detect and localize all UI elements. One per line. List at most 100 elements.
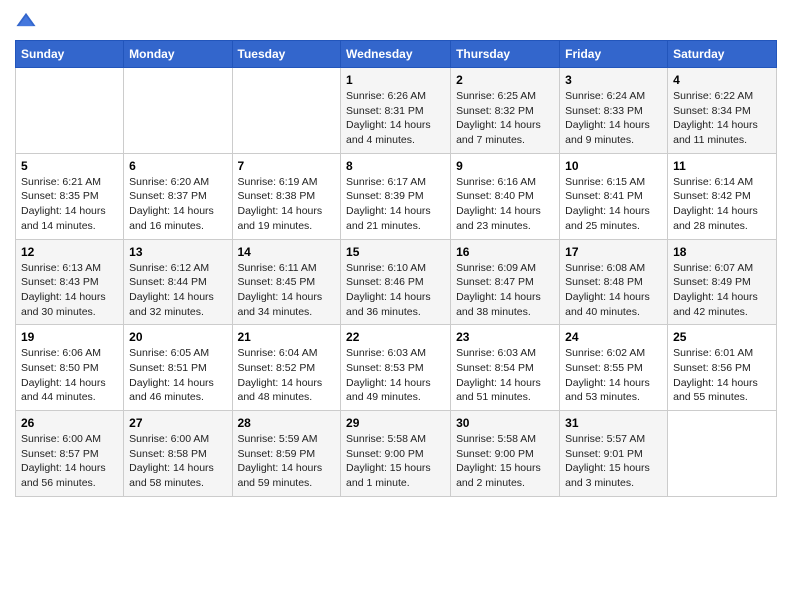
day-number: 26 [21, 416, 118, 430]
calendar-cell: 22Sunrise: 6:03 AM Sunset: 8:53 PM Dayli… [341, 325, 451, 411]
calendar-week-row: 12 Sunrise: 6:13 AM Sunset: 8:43 PM Dayli… [16, 239, 777, 325]
day-info: Sunrise: 6:09 AM Sunset: 8:47 PM Dayligh… [456, 261, 554, 320]
calendar-cell: 27 Sunrise: 6:00 AM Sunset: 8:58 PM Dayli… [124, 411, 232, 497]
calendar-cell [232, 68, 341, 154]
logo-icon [15, 10, 37, 32]
calendar-cell: 5 Sunrise: 6:21 AM Sunset: 8:35 PM Daylig… [16, 153, 124, 239]
calendar-cell: 13 Sunrise: 6:12 AM Sunset: 8:44 PM Dayli… [124, 239, 232, 325]
page-header [15, 10, 777, 32]
day-info: Sunrise: 6:22 AM Sunset: 8:34 PM Dayligh… [673, 89, 771, 148]
calendar-cell [124, 68, 232, 154]
calendar-cell: 15 Sunrise: 6:10 AM Sunset: 8:46 PM Dayli… [341, 239, 451, 325]
day-info: Sunrise: 5:57 AM Sunset: 9:01 PM Dayligh… [565, 432, 662, 491]
calendar-cell: 11 Sunrise: 6:14 AM Sunset: 8:42 PM Dayli… [668, 153, 777, 239]
calendar-cell: 18 Sunrise: 6:07 AM Sunset: 8:49 PM Dayli… [668, 239, 777, 325]
calendar-cell: 26 Sunrise: 6:00 AM Sunset: 8:57 PM Dayli… [16, 411, 124, 497]
calendar-week-row: 19 Sunrise: 6:06 AM Sunset: 8:50 PM Dayli… [16, 325, 777, 411]
calendar-cell: 12 Sunrise: 6:13 AM Sunset: 8:43 PM Dayli… [16, 239, 124, 325]
day-number: 11 [673, 159, 771, 173]
calendar-cell: 20 Sunrise: 6:05 AM Sunset: 8:51 PM Dayli… [124, 325, 232, 411]
day-number: 30 [456, 416, 554, 430]
day-number: 28 [238, 416, 336, 430]
day-of-week-header: Tuesday [232, 41, 341, 68]
day-number: 23 [456, 330, 554, 344]
calendar-week-row: 1 Sunrise: 6:26 AM Sunset: 8:31 PM Daylig… [16, 68, 777, 154]
day-info: Sunrise: 6:17 AM Sunset: 8:39 PM Dayligh… [346, 175, 445, 234]
day-number: 19 [21, 330, 118, 344]
logo [15, 10, 39, 32]
calendar-cell: 29 Sunrise: 5:58 AM Sunset: 9:00 PM Dayli… [341, 411, 451, 497]
calendar-cell: 23 Sunrise: 6:03 AM Sunset: 8:54 PM Dayli… [451, 325, 560, 411]
day-info: Sunrise: 6:26 AM Sunset: 8:31 PM Dayligh… [346, 89, 445, 148]
day-info: Sunrise: 6:00 AM Sunset: 8:58 PM Dayligh… [129, 432, 226, 491]
day-number: 7 [238, 159, 336, 173]
day-info: Sunrise: 6:24 AM Sunset: 8:33 PM Dayligh… [565, 89, 662, 148]
calendar-cell [16, 68, 124, 154]
day-info: Sunrise: 6:20 AM Sunset: 8:37 PM Dayligh… [129, 175, 226, 234]
calendar-cell: 8Sunrise: 6:17 AM Sunset: 8:39 PM Daylig… [341, 153, 451, 239]
calendar-week-row: 26 Sunrise: 6:00 AM Sunset: 8:57 PM Dayli… [16, 411, 777, 497]
day-number: 4 [673, 73, 771, 87]
day-info: Sunrise: 5:59 AM Sunset: 8:59 PM Dayligh… [238, 432, 336, 491]
day-number: 25 [673, 330, 771, 344]
day-info: Sunrise: 6:16 AM Sunset: 8:40 PM Dayligh… [456, 175, 554, 234]
day-info: Sunrise: 6:10 AM Sunset: 8:46 PM Dayligh… [346, 261, 445, 320]
day-number: 15 [346, 245, 445, 259]
calendar-table: SundayMondayTuesdayWednesdayThursdayFrid… [15, 40, 777, 497]
day-number: 10 [565, 159, 662, 173]
calendar-cell: 19 Sunrise: 6:06 AM Sunset: 8:50 PM Dayli… [16, 325, 124, 411]
day-info: Sunrise: 6:07 AM Sunset: 8:49 PM Dayligh… [673, 261, 771, 320]
day-number: 14 [238, 245, 336, 259]
day-number: 21 [238, 330, 336, 344]
calendar-cell: 31 Sunrise: 5:57 AM Sunset: 9:01 PM Dayli… [560, 411, 668, 497]
day-info: Sunrise: 6:25 AM Sunset: 8:32 PM Dayligh… [456, 89, 554, 148]
day-info: Sunrise: 6:14 AM Sunset: 8:42 PM Dayligh… [673, 175, 771, 234]
calendar-cell: 9 Sunrise: 6:16 AM Sunset: 8:40 PM Daylig… [451, 153, 560, 239]
day-header-row: SundayMondayTuesdayWednesdayThursdayFrid… [16, 41, 777, 68]
calendar-cell: 7Sunrise: 6:19 AM Sunset: 8:38 PM Daylig… [232, 153, 341, 239]
day-number: 6 [129, 159, 226, 173]
day-number: 29 [346, 416, 445, 430]
day-number: 2 [456, 73, 554, 87]
day-number: 27 [129, 416, 226, 430]
day-number: 3 [565, 73, 662, 87]
day-info: Sunrise: 6:00 AM Sunset: 8:57 PM Dayligh… [21, 432, 118, 491]
day-info: Sunrise: 6:06 AM Sunset: 8:50 PM Dayligh… [21, 346, 118, 405]
calendar-cell: 6 Sunrise: 6:20 AM Sunset: 8:37 PM Daylig… [124, 153, 232, 239]
day-info: Sunrise: 5:58 AM Sunset: 9:00 PM Dayligh… [346, 432, 445, 491]
day-number: 1 [346, 73, 445, 87]
calendar-cell: 17Sunrise: 6:08 AM Sunset: 8:48 PM Dayli… [560, 239, 668, 325]
day-info: Sunrise: 6:04 AM Sunset: 8:52 PM Dayligh… [238, 346, 336, 405]
day-info: Sunrise: 6:15 AM Sunset: 8:41 PM Dayligh… [565, 175, 662, 234]
day-number: 20 [129, 330, 226, 344]
day-info: Sunrise: 6:03 AM Sunset: 8:54 PM Dayligh… [456, 346, 554, 405]
calendar-cell: 28 Sunrise: 5:59 AM Sunset: 8:59 PM Dayli… [232, 411, 341, 497]
day-of-week-header: Saturday [668, 41, 777, 68]
calendar-cell: 14 Sunrise: 6:11 AM Sunset: 8:45 PM Dayli… [232, 239, 341, 325]
calendar-cell: 4 Sunrise: 6:22 AM Sunset: 8:34 PM Daylig… [668, 68, 777, 154]
day-number: 22 [346, 330, 445, 344]
day-number: 17 [565, 245, 662, 259]
day-info: Sunrise: 6:12 AM Sunset: 8:44 PM Dayligh… [129, 261, 226, 320]
calendar-week-row: 5 Sunrise: 6:21 AM Sunset: 8:35 PM Daylig… [16, 153, 777, 239]
day-info: Sunrise: 6:11 AM Sunset: 8:45 PM Dayligh… [238, 261, 336, 320]
day-number: 31 [565, 416, 662, 430]
calendar-cell: 10 Sunrise: 6:15 AM Sunset: 8:41 PM Dayli… [560, 153, 668, 239]
day-info: Sunrise: 6:05 AM Sunset: 8:51 PM Dayligh… [129, 346, 226, 405]
calendar-cell: 3 Sunrise: 6:24 AM Sunset: 8:33 PM Daylig… [560, 68, 668, 154]
day-of-week-header: Thursday [451, 41, 560, 68]
day-info: Sunrise: 6:21 AM Sunset: 8:35 PM Dayligh… [21, 175, 118, 234]
day-number: 18 [673, 245, 771, 259]
day-info: Sunrise: 6:02 AM Sunset: 8:55 PM Dayligh… [565, 346, 662, 405]
day-of-week-header: Sunday [16, 41, 124, 68]
day-of-week-header: Monday [124, 41, 232, 68]
day-of-week-header: Wednesday [341, 41, 451, 68]
day-info: Sunrise: 6:13 AM Sunset: 8:43 PM Dayligh… [21, 261, 118, 320]
day-number: 9 [456, 159, 554, 173]
day-number: 12 [21, 245, 118, 259]
calendar-cell: 21 Sunrise: 6:04 AM Sunset: 8:52 PM Dayli… [232, 325, 341, 411]
day-number: 5 [21, 159, 118, 173]
day-number: 13 [129, 245, 226, 259]
calendar-cell: 30Sunrise: 5:58 AM Sunset: 9:00 PM Dayli… [451, 411, 560, 497]
day-of-week-header: Friday [560, 41, 668, 68]
